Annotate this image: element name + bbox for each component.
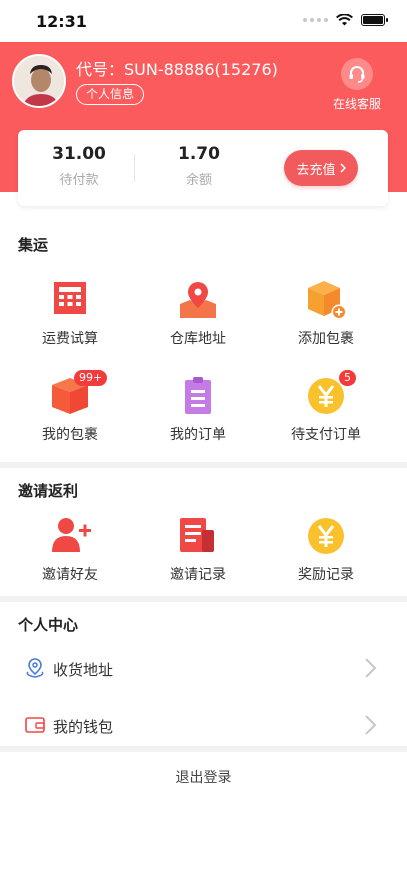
wallet-icon	[25, 717, 45, 733]
my-orders-label: 我的订单	[170, 427, 226, 443]
my-packages-label: 我的包裹	[42, 427, 98, 443]
pending-payment[interactable]: 31.00 待付款	[34, 144, 124, 188]
shipping-section-title: 集运	[18, 236, 49, 254]
profile-info-button[interactable]: 个人信息	[76, 84, 145, 105]
online-service-button[interactable]: 在线客服	[331, 58, 383, 112]
pending-payment-label: 待付款	[59, 173, 99, 188]
recharge-button[interactable]: 去充值	[284, 150, 358, 186]
section-divider	[0, 746, 407, 752]
reward-records-label: 奖励记录	[298, 567, 354, 583]
headset-icon	[341, 58, 373, 90]
status-bar: 12:31	[0, 0, 407, 42]
chevron-right-icon	[365, 715, 377, 735]
add-user-icon	[48, 514, 92, 558]
status-time: 12:31	[36, 12, 87, 31]
invite-records-button[interactable]: 邀请记录	[138, 514, 258, 584]
address-pin-icon	[26, 658, 44, 678]
avatar[interactable]	[12, 54, 66, 108]
shipping-address-label: 收货地址	[53, 661, 114, 679]
warehouse-address-label: 仓库地址	[170, 331, 226, 347]
section-divider	[0, 596, 407, 602]
section-divider	[0, 462, 407, 468]
my-wallet-label: 我的钱包	[53, 718, 114, 736]
add-package-label: 添加包裹	[298, 331, 354, 347]
location-icon	[176, 278, 220, 322]
unpaid-orders-button[interactable]: 5 待支付订单	[266, 370, 386, 444]
balance-value: 1.70	[178, 144, 220, 164]
my-packages-button[interactable]: 99+ 我的包裹	[10, 370, 130, 444]
warehouse-address-button[interactable]: 仓库地址	[138, 278, 258, 348]
freight-calculator-label: 运费试算	[42, 331, 98, 347]
add-package-button[interactable]: 添加包裹	[266, 278, 386, 348]
invite-records-label: 邀请记录	[170, 567, 226, 583]
chevron-right-icon	[365, 658, 377, 678]
battery-icon	[361, 14, 388, 26]
reward-coin-icon	[304, 514, 348, 558]
calculator-icon	[48, 278, 92, 322]
status-icons	[303, 14, 388, 26]
user-code: 代号：SUN-88886(15276)	[76, 60, 278, 79]
wallet-divider	[134, 154, 135, 182]
reward-records-button[interactable]: 奖励记录	[266, 514, 386, 584]
signal-icon	[303, 18, 328, 22]
unpaid-orders-label: 待支付订单	[291, 427, 361, 443]
online-service-label: 在线客服	[332, 97, 381, 111]
add-package-icon	[304, 278, 348, 322]
package-icon: 99+	[48, 370, 108, 418]
my-wallet-row[interactable]: 我的钱包	[0, 699, 407, 753]
freight-calculator-button[interactable]: 运费试算	[10, 278, 130, 348]
invite-section-title: 邀请返利	[18, 482, 79, 500]
packages-count-badge: 99+	[74, 370, 108, 386]
invite-friends-button[interactable]: 邀请好友	[10, 514, 130, 584]
order-icon	[176, 374, 220, 418]
my-orders-button[interactable]: 我的订单	[138, 374, 258, 444]
chevron-right-icon	[339, 163, 346, 173]
wallet-card: 31.00 待付款 1.70 余额 去充值	[18, 130, 388, 206]
balance[interactable]: 1.70 余额	[154, 144, 244, 188]
shipping-address-row[interactable]: 收货地址	[0, 642, 407, 696]
invite-friends-label: 邀请好友	[42, 567, 98, 583]
logout-button[interactable]: 退出登录	[0, 760, 407, 800]
pending-payment-value: 31.00	[52, 144, 106, 164]
recharge-label: 去充值	[296, 161, 336, 177]
wifi-icon	[336, 14, 353, 26]
yen-coin-icon: 5	[304, 370, 356, 418]
personal-section-title: 个人中心	[18, 616, 79, 634]
record-icon	[176, 514, 220, 558]
balance-label: 余额	[185, 173, 212, 188]
unpaid-count-badge: 5	[339, 370, 356, 386]
